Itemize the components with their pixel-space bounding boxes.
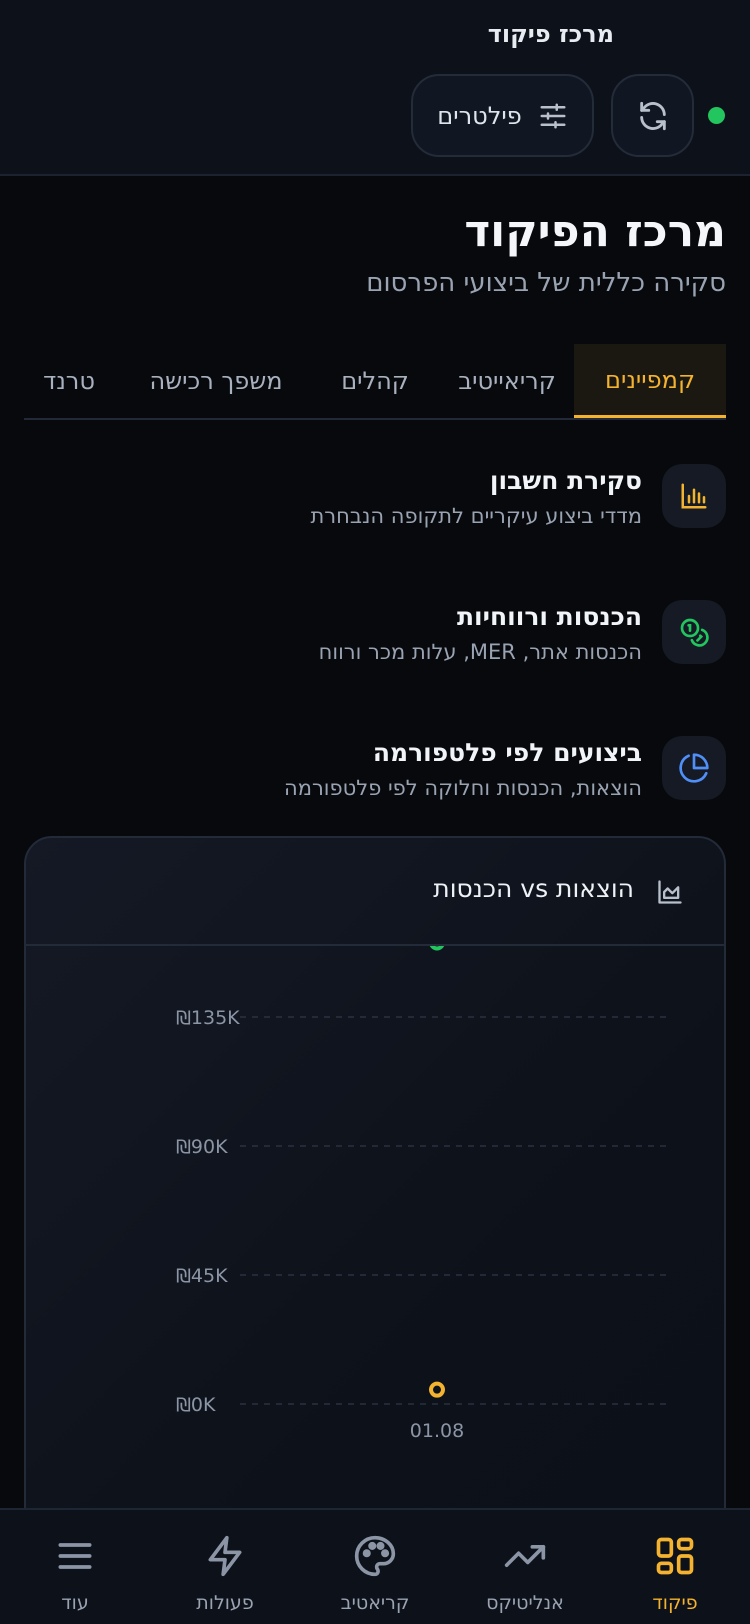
nav-item-analytics[interactable]: אנליטיקס bbox=[450, 1510, 600, 1624]
top-bar: מרכז פיקוד פילטרים bbox=[0, 0, 750, 176]
nav-item-command[interactable]: פיקוד bbox=[600, 1510, 750, 1624]
tabs-bar: קמפיינים קריאייטיב קהלים משפך רכישה טרנד bbox=[24, 344, 726, 420]
area-chart-icon bbox=[658, 880, 682, 904]
section-platform-performance[interactable]: ביצועים לפי פלטפורמה הוצאות, הכנסות וחלו… bbox=[24, 736, 726, 806]
bar-chart-icon bbox=[681, 483, 707, 509]
bottom-nav: פיקוד אנליטיקס קריאטיב פעולות עוד bbox=[0, 1508, 750, 1624]
section-icon-box bbox=[662, 464, 726, 528]
y-tick-label: ₪45K bbox=[176, 1265, 228, 1287]
nav-label: פעולות bbox=[196, 1592, 254, 1614]
chart-header: הוצאות vs הכנסות bbox=[26, 838, 724, 946]
chart-title: הוצאות vs הכנסות bbox=[433, 874, 634, 903]
section-revenue-profitability[interactable]: הכנסות ורווחיות הכנסות אתר, MER, עלות מכ… bbox=[24, 600, 726, 670]
nav-label: פיקוד bbox=[652, 1592, 698, 1614]
nav-item-creative[interactable]: קריאטיב bbox=[300, 1510, 450, 1624]
section-title: הכנסות ורווחיות bbox=[456, 602, 642, 631]
dashboard-icon bbox=[656, 1537, 694, 1575]
y-tick-label: ₪135K bbox=[176, 1007, 240, 1029]
filters-label: פילטרים bbox=[437, 101, 522, 130]
coins-icon bbox=[680, 618, 709, 647]
section-subtitle: הוצאות, הכנסות וחלוקה לפי פלטפורמה bbox=[283, 776, 642, 800]
page-title: מרכז הפיקוד bbox=[464, 206, 726, 257]
tab-creative[interactable]: קריאייטיב bbox=[440, 344, 574, 418]
nav-item-actions[interactable]: פעולות bbox=[150, 1510, 300, 1624]
connection-status-indicator bbox=[708, 107, 725, 124]
tab-trend[interactable]: טרנד bbox=[24, 344, 122, 418]
data-point[interactable] bbox=[429, 1381, 445, 1398]
refresh-button[interactable] bbox=[611, 74, 694, 157]
palette-icon bbox=[354, 1535, 396, 1577]
nav-item-more[interactable]: עוד bbox=[0, 1510, 150, 1624]
x-tick-label: 01.08 bbox=[410, 1420, 464, 1442]
trending-up-icon bbox=[504, 1545, 546, 1567]
data-point[interactable] bbox=[429, 946, 445, 951]
page-subtitle: סקירה כללית של ביצועי הפרסום bbox=[366, 268, 726, 298]
section-subtitle: הכנסות אתר, MER, עלות מכר ורווח bbox=[318, 640, 642, 664]
section-icon-box bbox=[662, 600, 726, 664]
nav-label: עוד bbox=[61, 1592, 89, 1614]
refresh-icon bbox=[639, 101, 666, 130]
filters-button[interactable]: פילטרים bbox=[411, 74, 594, 157]
nav-label: קריאטיב bbox=[340, 1592, 410, 1614]
app-title: מרכז פיקוד bbox=[487, 20, 614, 48]
tab-campaigns[interactable]: קמפיינים bbox=[574, 344, 726, 418]
y-tick-label: ₪0K bbox=[176, 1394, 216, 1416]
sliders-icon bbox=[540, 103, 566, 128]
lightning-icon bbox=[208, 1535, 242, 1577]
nav-label: אנליטיקס bbox=[486, 1592, 564, 1614]
section-icon-box bbox=[662, 736, 726, 800]
section-title: ביצועים לפי פלטפורמה bbox=[372, 738, 642, 767]
y-tick-label: ₪90K bbox=[176, 1136, 228, 1158]
menu-icon bbox=[58, 1543, 92, 1569]
section-title: סקירת חשבון bbox=[489, 466, 642, 495]
tab-audiences[interactable]: קהלים bbox=[310, 344, 440, 418]
pie-chart-icon bbox=[679, 753, 709, 783]
spend-vs-revenue-card: הוצאות vs הכנסות ₪180K₪135K₪90K₪45K₪0K01… bbox=[24, 836, 726, 1624]
section-account-overview[interactable]: סקירת חשבון מדדי ביצוע עיקריים לתקופה הנ… bbox=[24, 464, 726, 534]
section-subtitle: מדדי ביצוע עיקריים לתקופה הנבחרת bbox=[310, 504, 642, 528]
tab-purchase-funnel[interactable]: משפך רכישה bbox=[122, 344, 310, 418]
